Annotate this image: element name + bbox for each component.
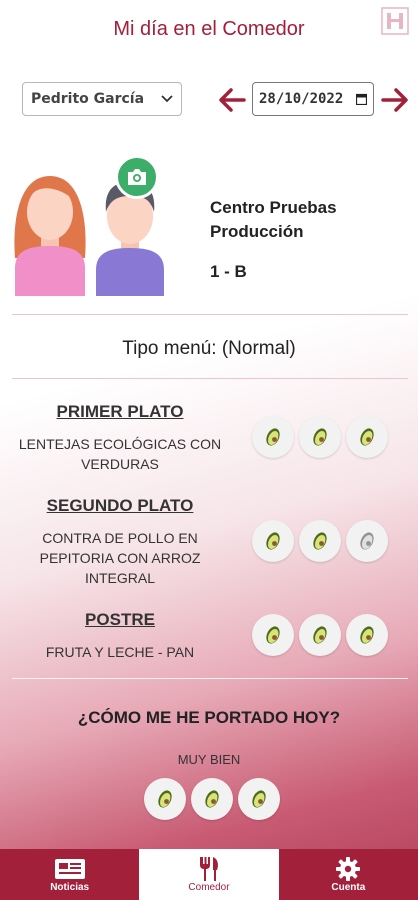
course-title-first: PRIMER PLATO	[56, 402, 184, 421]
page-title: Mi día en el Comedor	[113, 18, 305, 40]
avocado-icon	[310, 530, 330, 552]
course-desc-line: PEPITORIA CON ARROZ	[39, 550, 201, 566]
rating-row-second	[252, 520, 388, 562]
avocado-icon	[357, 426, 377, 448]
nav-item-comedor[interactable]: Comedor	[139, 849, 279, 900]
course-title-second: SEGUNDO PLATO	[46, 496, 194, 515]
nav-item-noticias[interactable]: Noticias	[0, 849, 140, 900]
divider	[12, 678, 408, 679]
menu-type: Tipo menú: (Normal)	[122, 338, 296, 359]
camera-icon	[128, 169, 146, 185]
behavior-question: ¿CÓMO ME HE PORTADO HOY?	[77, 708, 341, 727]
avocado-icon	[357, 530, 377, 552]
arrow-right-icon[interactable]	[379, 84, 411, 116]
course-desc-line: CONTRA DE POLLO EN	[42, 530, 198, 546]
chevron-down-icon	[161, 95, 173, 103]
grid-logo-icon	[381, 7, 409, 35]
divider	[12, 314, 408, 315]
avocado-rating-button[interactable]	[252, 614, 294, 656]
avocado-rating-button[interactable]	[346, 520, 388, 562]
gear-icon	[336, 857, 361, 881]
child-select[interactable]: Pedrito García	[22, 82, 182, 116]
class-group: 1 - B	[210, 262, 247, 281]
avocado-rating-button[interactable]	[299, 520, 341, 562]
course-desc-line: VERDURAS	[81, 456, 159, 472]
nav-label: Comedor	[188, 882, 230, 893]
nav-label: Cuenta	[331, 882, 366, 893]
school-line-2: Producción	[210, 222, 304, 241]
behavior-value: MUY BIEN	[177, 752, 241, 767]
course-desc-first: LENTEJAS ECOLÓGICAS CON VERDURAS	[0, 434, 240, 474]
avocado-rating-button[interactable]	[252, 416, 294, 458]
avocado-rating-button[interactable]	[346, 614, 388, 656]
nav-label: Noticias	[50, 882, 90, 893]
course-desc-line: LENTEJAS ECOLÓGICAS CON	[18, 436, 222, 452]
camera-button[interactable]	[115, 155, 159, 199]
date-input[interactable]: 28/10/2022	[252, 82, 374, 116]
calendar-icon[interactable]	[356, 93, 367, 105]
avocado-icon	[263, 426, 283, 448]
nav-item-cuenta[interactable]: Cuenta	[278, 849, 418, 900]
avocado-icon	[310, 624, 330, 646]
date-value: 28/10/2022	[259, 91, 344, 107]
avocado-rating-button[interactable]	[252, 520, 294, 562]
behavior-rating-row	[144, 778, 280, 820]
avocado-icon	[263, 624, 283, 646]
course-title-dessert: POSTRE	[85, 610, 155, 629]
avocado-rating-button[interactable]	[238, 778, 280, 820]
avocado-rating-button[interactable]	[144, 778, 186, 820]
avocado-icon	[310, 426, 330, 448]
rating-row-first	[252, 416, 388, 458]
rating-row-dessert	[252, 614, 388, 656]
avocado-icon	[249, 788, 269, 810]
bottom-nav: Noticias Comedor Cuenta	[0, 849, 418, 900]
newspaper-icon	[54, 859, 85, 879]
arrow-left-icon[interactable]	[216, 84, 248, 116]
avocado-icon	[357, 624, 377, 646]
child-select-value: Pedrito García	[31, 91, 145, 107]
avocado-rating-button[interactable]	[299, 416, 341, 458]
divider	[12, 378, 408, 379]
course-desc-second: CONTRA DE POLLO EN PEPITORIA CON ARROZ I…	[0, 528, 240, 588]
fork-knife-icon	[199, 857, 218, 881]
school-name: Centro Pruebas Producción	[210, 196, 337, 244]
course-desc-line: FRUTA Y LECHE - PAN	[45, 644, 195, 660]
avocado-rating-button[interactable]	[346, 416, 388, 458]
course-desc-line: INTEGRAL	[84, 570, 155, 586]
course-desc-dessert: FRUTA Y LECHE - PAN	[0, 642, 240, 662]
school-line-1: Centro Pruebas	[210, 198, 337, 217]
avocado-icon	[155, 788, 175, 810]
avocado-icon	[263, 530, 283, 552]
avocado-rating-button[interactable]	[299, 614, 341, 656]
avocado-rating-button[interactable]	[191, 778, 233, 820]
avocado-icon	[202, 788, 222, 810]
